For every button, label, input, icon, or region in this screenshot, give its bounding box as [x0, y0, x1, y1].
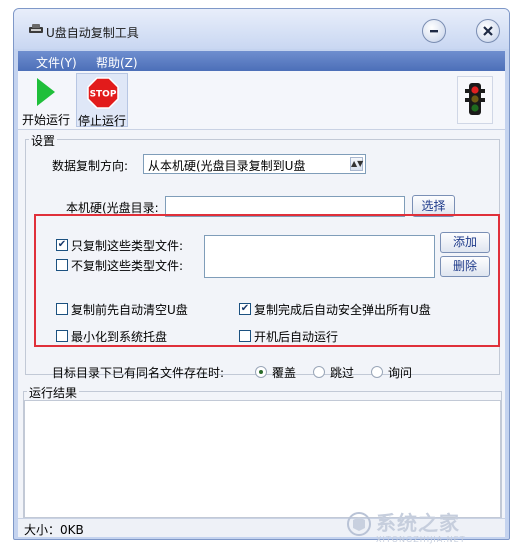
watermark-brand: 系统之家	[376, 511, 460, 535]
app-icon	[29, 24, 43, 33]
title-bar[interactable]: U盘自动复制工具	[14, 9, 509, 49]
close-icon	[483, 26, 493, 36]
site-watermark: 系统之家 XITONGZHIJIA.NET	[346, 507, 514, 549]
direction-select[interactable]: 从本机硬(光盘目录复制到U盘 ▲▼	[143, 154, 366, 174]
minimize-button[interactable]	[422, 19, 446, 43]
watermark-url: XITONGZHIJIA.NET	[376, 535, 466, 544]
start-button[interactable]: 开始运行	[20, 73, 72, 127]
ask-radio[interactable]	[371, 366, 383, 378]
watermark-logo-icon	[347, 512, 371, 536]
chevron-down-icon[interactable]: ▲▼	[350, 157, 363, 171]
stop-sign-icon: STOP	[87, 77, 119, 109]
results-group-title: 运行结果	[27, 384, 80, 401]
traffic-light-status	[457, 76, 493, 124]
highlight-frame	[34, 214, 500, 347]
stop-button-label: 停止运行	[77, 114, 126, 128]
stop-button[interactable]: STOP 停止运行	[76, 73, 128, 128]
minimize-icon	[430, 30, 438, 33]
results-log[interactable]	[24, 400, 501, 518]
menu-help[interactable]: 帮助(Z)	[96, 54, 138, 71]
overwrite-radio[interactable]	[255, 366, 267, 378]
overwrite-label: 覆盖	[272, 366, 297, 380]
direction-select-value: 从本机硬(光盘目录复制到U盘	[148, 159, 306, 173]
ask-label: 询问	[388, 366, 413, 380]
play-icon	[37, 78, 55, 106]
menu-file[interactable]: 文件(Y)	[36, 54, 77, 71]
window-title: U盘自动复制工具	[46, 26, 139, 40]
skip-radio[interactable]	[313, 366, 325, 378]
direction-label: 数据复制方向:	[52, 159, 129, 173]
settings-group-title: 设置	[29, 132, 58, 149]
traffic-light-icon	[465, 83, 485, 115]
start-button-label: 开始运行	[21, 113, 70, 127]
toolbar: 开始运行 STOP 停止运行	[18, 71, 505, 130]
size-status: 大小：0KB	[24, 523, 84, 537]
menu-bar: 文件(Y) 帮助(Z)	[18, 51, 505, 71]
conflict-label: 目标目录下已有同名文件存在时:	[52, 366, 225, 380]
skip-label: 跳过	[330, 366, 355, 380]
close-button[interactable]	[476, 19, 500, 43]
stop-sign-text: STOP	[90, 90, 117, 100]
